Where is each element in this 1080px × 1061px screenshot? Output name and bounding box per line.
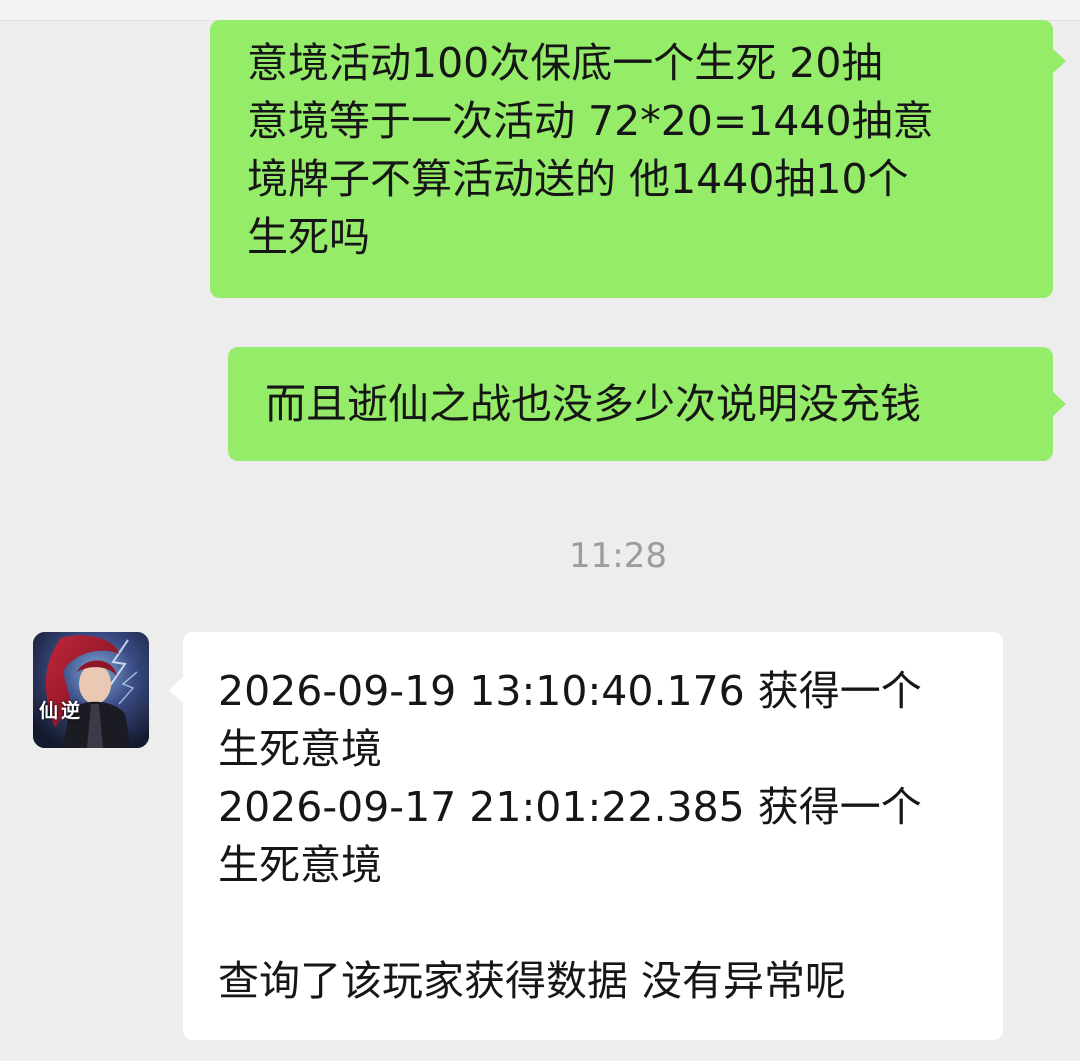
incoming-message-bubble[interactable]: 2026-09-19 13:10:40.176 获得一个 生死意境 2026-0… xyxy=(183,632,1003,1040)
avatar-image xyxy=(33,632,149,748)
message-line: 查询了该玩家获得数据 没有异常呢 xyxy=(218,957,847,1005)
top-edge xyxy=(0,0,1080,21)
message-line: 而且逝仙之战也没多少次说明没充钱 xyxy=(265,380,921,428)
message-line: 境牌子不算活动送的 他1440抽10个 xyxy=(247,155,909,203)
message-line: 2026-09-19 13:10:40.176 获得一个 xyxy=(218,667,922,715)
message-line: 生死意境 xyxy=(218,841,382,889)
outgoing-message-bubble[interactable]: 意境活动100次保底一个生死 20抽 意境等于一次活动 72*20=1440抽意… xyxy=(210,20,1053,298)
message-line: 意境等于一次活动 72*20=1440抽意 xyxy=(247,97,934,145)
bubble-tail xyxy=(1052,48,1066,74)
avatar-text: 仙逆 xyxy=(39,700,84,722)
bubble-tail xyxy=(1052,391,1066,417)
message-line: 生死吗 xyxy=(247,213,370,261)
message-line: 2026-09-17 21:01:22.385 获得一个 xyxy=(218,783,922,831)
message-timestamp: 11:28 xyxy=(569,536,667,576)
game-avatar-icon[interactable]: 仙逆 xyxy=(33,632,149,748)
message-line: 意境活动100次保底一个生死 20抽 xyxy=(247,39,883,87)
bubble-tail xyxy=(169,677,183,703)
message-line: 生死意境 xyxy=(218,725,382,773)
outgoing-message-bubble[interactable]: 而且逝仙之战也没多少次说明没充钱 xyxy=(228,347,1053,461)
